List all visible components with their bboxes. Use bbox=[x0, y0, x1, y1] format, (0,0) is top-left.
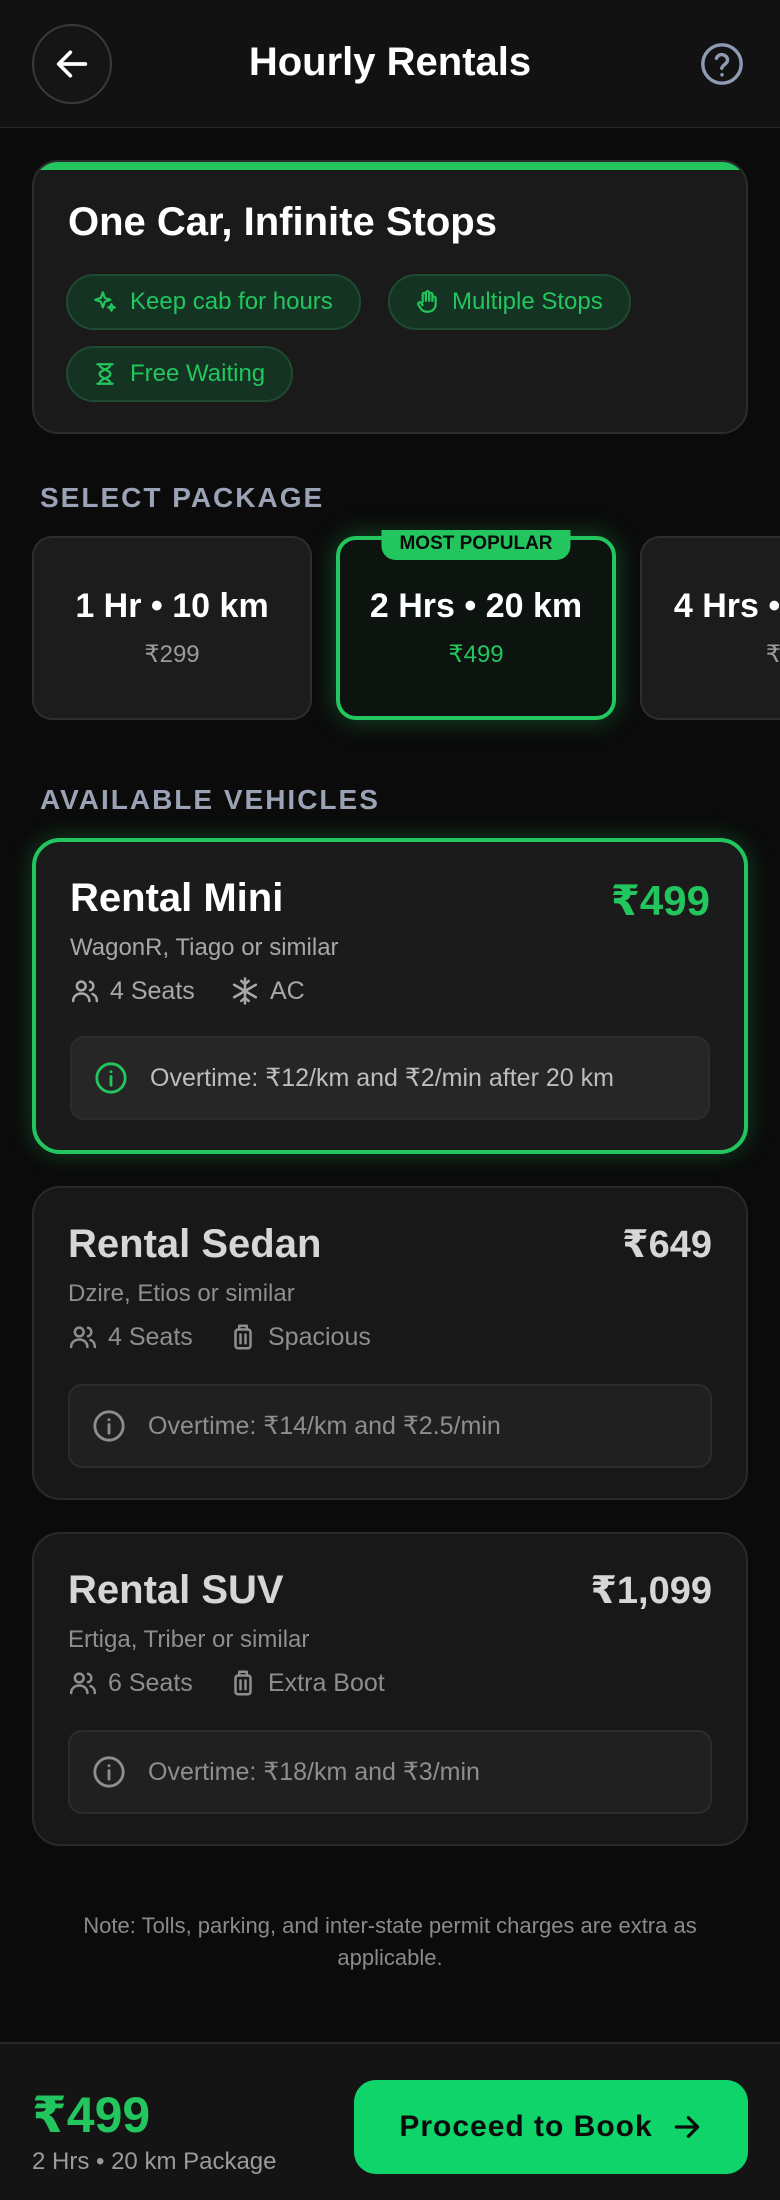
vehicle-models: WagonR, Tiago or similar bbox=[70, 934, 339, 961]
hero-accent-bar bbox=[34, 162, 746, 170]
bottom-booking-bar: ₹499 2 Hrs • 20 km Package Proceed to Bo… bbox=[0, 2042, 780, 2200]
vehicle-name: Rental SUV bbox=[68, 1568, 284, 1612]
help-circle-icon bbox=[701, 43, 743, 85]
help-button[interactable] bbox=[696, 38, 748, 90]
sparkle-icon bbox=[94, 291, 116, 312]
package-option-2hrs[interactable]: MOST POPULAR 2 Hrs • 20 km ₹499 bbox=[336, 530, 616, 720]
seats-label: 6 Seats bbox=[108, 1668, 193, 1697]
vehicle-price: ₹649 bbox=[622, 1224, 712, 1266]
hero-title: One Car, Infinite Stops bbox=[68, 200, 497, 244]
hourglass-icon bbox=[96, 363, 114, 385]
overtime-info: Overtime: ₹12/km and ₹2/min after 20 km bbox=[70, 1036, 710, 1120]
package-name: 2 Hrs • 20 km bbox=[369, 587, 583, 625]
proceed-to-book-button[interactable]: Proceed to Book bbox=[354, 2080, 748, 2174]
total-price: ₹499 bbox=[32, 2087, 151, 2143]
chip-free-waiting: Free Waiting bbox=[66, 346, 294, 402]
vehicle-seats: 4 Seats bbox=[70, 976, 195, 1006]
package-option-4hrs[interactable]: 4 Hrs • 40 km ₹8 bbox=[640, 536, 780, 720]
hero-card: One Car, Infinite Stops Keep cab for hou… bbox=[32, 160, 748, 434]
vehicle-card-sedan[interactable]: Rental Sedan ₹649 Dzire, Etios or simila… bbox=[32, 1186, 748, 1500]
vehicle-price: ₹1,099 bbox=[590, 1570, 712, 1612]
overtime-info: Overtime: ₹18/km and ₹3/min bbox=[68, 1730, 712, 1814]
snowflake-icon bbox=[232, 977, 258, 1005]
package-price: ₹8 bbox=[765, 641, 780, 668]
vehicle-price: ₹499 bbox=[610, 877, 710, 924]
feature-label: AC bbox=[270, 976, 305, 1005]
vehicle-card-suv[interactable]: Rental SUV ₹1,099 Ertiga, Triber or simi… bbox=[32, 1532, 748, 1846]
luggage-icon bbox=[234, 1324, 252, 1350]
vehicle-feature: Extra Boot bbox=[228, 1668, 385, 1698]
available-vehicles-heading: AVAILABLE VEHICLES bbox=[40, 784, 380, 815]
vehicle-seats: 6 Seats bbox=[68, 1668, 193, 1698]
package-name: 4 Hrs • 40 km bbox=[673, 587, 780, 625]
overtime-info: Overtime: ₹14/km and ₹2.5/min bbox=[68, 1384, 712, 1468]
luggage-icon bbox=[234, 1670, 252, 1696]
package-overflow-clip: 4 Hrs • 40 km ₹8 bbox=[640, 536, 780, 720]
vehicle-models: Ertiga, Triber or similar bbox=[68, 1626, 310, 1653]
select-package-heading: SELECT PACKAGE bbox=[40, 482, 325, 513]
seats-label: 4 Seats bbox=[108, 1322, 193, 1351]
chip-label: Multiple Stops bbox=[452, 288, 603, 315]
chip-keep-cab: Keep cab for hours bbox=[66, 274, 361, 330]
page-title: Hourly Rentals bbox=[248, 40, 532, 84]
package-option-1hr[interactable]: 1 Hr • 10 km ₹299 bbox=[32, 536, 312, 720]
charges-note: Note: Tolls, parking, and inter-state pe… bbox=[83, 1913, 697, 1970]
feature-label: Spacious bbox=[268, 1322, 371, 1351]
chip-label: Keep cab for hours bbox=[130, 288, 333, 315]
most-popular-badge: MOST POPULAR bbox=[381, 530, 571, 560]
package-summary: 2 Hrs • 20 km Package bbox=[32, 2148, 277, 2175]
app-header: Hourly Rentals bbox=[0, 0, 780, 128]
vehicle-feature: Spacious bbox=[228, 1322, 371, 1352]
package-name: 1 Hr • 10 km bbox=[75, 587, 269, 625]
info-icon bbox=[93, 1410, 125, 1442]
hand-icon bbox=[417, 290, 437, 313]
package-price: ₹499 bbox=[448, 641, 504, 668]
vehicle-seats: 4 Seats bbox=[68, 1322, 193, 1352]
overtime-text: Overtime: ₹12/km and ₹2/min after 20 km bbox=[150, 1064, 614, 1092]
overtime-text: Overtime: ₹14/km and ₹2.5/min bbox=[148, 1412, 501, 1440]
info-icon bbox=[95, 1062, 127, 1094]
info-icon bbox=[93, 1756, 125, 1788]
vehicle-models: Dzire, Etios or similar bbox=[68, 1280, 295, 1307]
proceed-button-label: Proceed to Book bbox=[399, 2110, 653, 2143]
seats-label: 4 Seats bbox=[110, 976, 195, 1005]
arrow-right-icon bbox=[674, 2116, 699, 2138]
vehicle-name: Rental Sedan bbox=[68, 1222, 322, 1266]
chip-multiple-stops: Multiple Stops bbox=[388, 274, 631, 330]
vehicle-feature: AC bbox=[230, 976, 305, 1006]
users-icon bbox=[69, 1672, 97, 1695]
overtime-text: Overtime: ₹18/km and ₹3/min bbox=[148, 1758, 480, 1786]
chip-label: Free Waiting bbox=[130, 360, 266, 387]
package-price: ₹299 bbox=[144, 641, 200, 668]
vehicle-card-mini[interactable]: Rental Mini ₹499 WagonR, Tiago or simila… bbox=[32, 838, 748, 1154]
users-icon bbox=[71, 980, 99, 1003]
vehicle-name: Rental Mini bbox=[70, 876, 284, 920]
feature-label: Extra Boot bbox=[268, 1668, 385, 1697]
users-icon bbox=[69, 1326, 97, 1349]
